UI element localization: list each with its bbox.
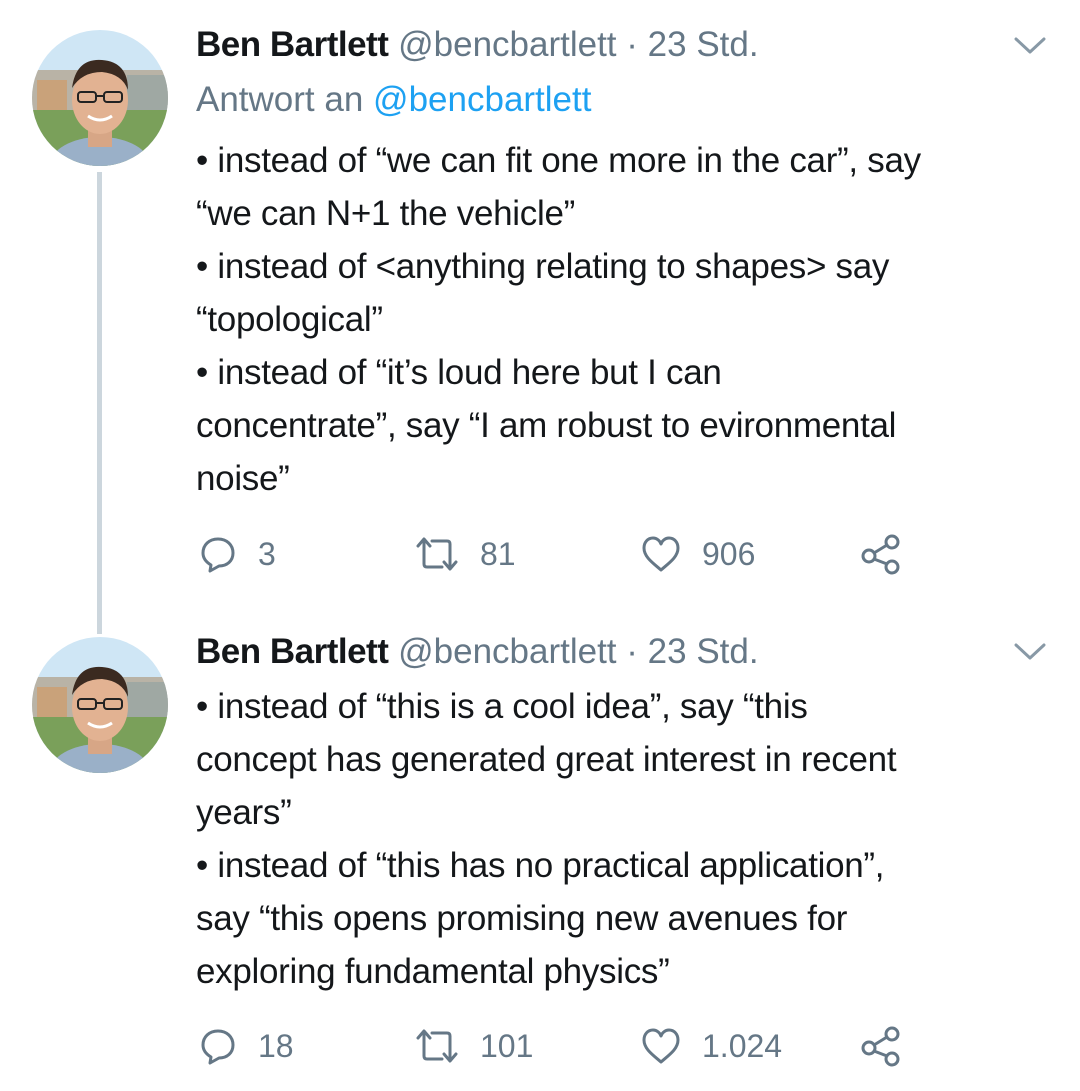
retweet-icon [416, 1029, 458, 1063]
like-count: 1.024 [702, 1028, 783, 1064]
tweet-line: • instead of “this is a cool idea”, say … [196, 687, 808, 726]
tweet-text: • instead of “we can fit one more in the… [196, 134, 1056, 505]
separator-dot: · [626, 632, 638, 671]
tweet-1[interactable]: Ben Bartlett @bencbartlett · 23 Std. Ant… [0, 0, 1080, 600]
tweet-line: “we can N+1 the vehicle” [196, 194, 575, 233]
author-name[interactable]: Ben Bartlett [196, 632, 389, 671]
heart-icon [642, 1028, 680, 1064]
tweet-header: Ben Bartlett @bencbartlett · 23 Std. [196, 632, 759, 672]
chevron-down-icon[interactable] [1012, 34, 1048, 58]
tweet-text: • instead of “this is a cool idea”, say … [196, 680, 1056, 998]
retweet-count: 101 [480, 1028, 534, 1064]
tweet-header: Ben Bartlett @bencbartlett · 23 Std. [196, 25, 759, 65]
tweet-line: noise” [196, 459, 290, 498]
retweet-button[interactable]: 101 [414, 1024, 533, 1068]
like-count: 906 [702, 536, 756, 572]
tweet-line: • instead of “this has no practical appl… [196, 846, 885, 885]
retweet-count: 81 [480, 536, 516, 572]
avatar[interactable] [32, 637, 168, 773]
author-name[interactable]: Ben Bartlett [196, 25, 389, 64]
reply-button[interactable]: 18 [198, 1024, 294, 1068]
retweet-button[interactable]: 81 [414, 532, 516, 576]
author-handle[interactable]: @bencbartlett [398, 632, 616, 671]
avatar[interactable] [32, 30, 168, 166]
share-button[interactable] [860, 1024, 902, 1068]
reply-count: 18 [258, 1028, 294, 1064]
separator-dot: · [626, 25, 638, 64]
heart-icon [642, 536, 680, 572]
timestamp[interactable]: 23 Std. [648, 632, 759, 671]
timestamp[interactable]: 23 Std. [648, 25, 759, 64]
retweet-icon [416, 537, 458, 571]
reply-context: Antwort an @bencbartlett [196, 80, 591, 120]
tweet-line: • instead of “we can fit one more in the… [196, 141, 921, 180]
share-icon [861, 1026, 900, 1067]
reply-button[interactable]: 3 [198, 532, 276, 576]
reply-mention-link[interactable]: @bencbartlett [373, 80, 591, 119]
reply-count: 3 [258, 536, 276, 572]
tweet-line: say “this opens promising new avenues fo… [196, 899, 848, 938]
tweet-2[interactable]: Ben Bartlett @bencbartlett · 23 Std. • i… [0, 620, 1080, 1091]
share-button[interactable] [860, 532, 902, 576]
tweet-line: concept has generated great interest in … [196, 740, 897, 779]
tweet-line: years” [196, 793, 292, 832]
tweet-actions: 18 101 1.024 [196, 1024, 1016, 1068]
chevron-down-icon[interactable] [1012, 640, 1048, 664]
reply-icon [201, 537, 235, 573]
reply-icon [201, 1029, 235, 1065]
tweet-line: • instead of “it’s loud here but I can [196, 353, 722, 392]
like-button[interactable]: 906 [640, 532, 755, 576]
tweet-actions: 3 81 906 [196, 532, 1016, 576]
tweet-line: • instead of <anything relating to shape… [196, 247, 890, 286]
share-icon [861, 534, 900, 575]
tweet-line: “topological” [196, 300, 383, 339]
like-button[interactable]: 1.024 [640, 1024, 782, 1068]
reply-prefix: Antwort an [196, 80, 364, 119]
tweet-line: exploring fundamental physics” [196, 952, 670, 991]
tweet-line: concentrate”, say “I am robust to eviron… [196, 406, 897, 445]
author-handle[interactable]: @bencbartlett [398, 25, 616, 64]
